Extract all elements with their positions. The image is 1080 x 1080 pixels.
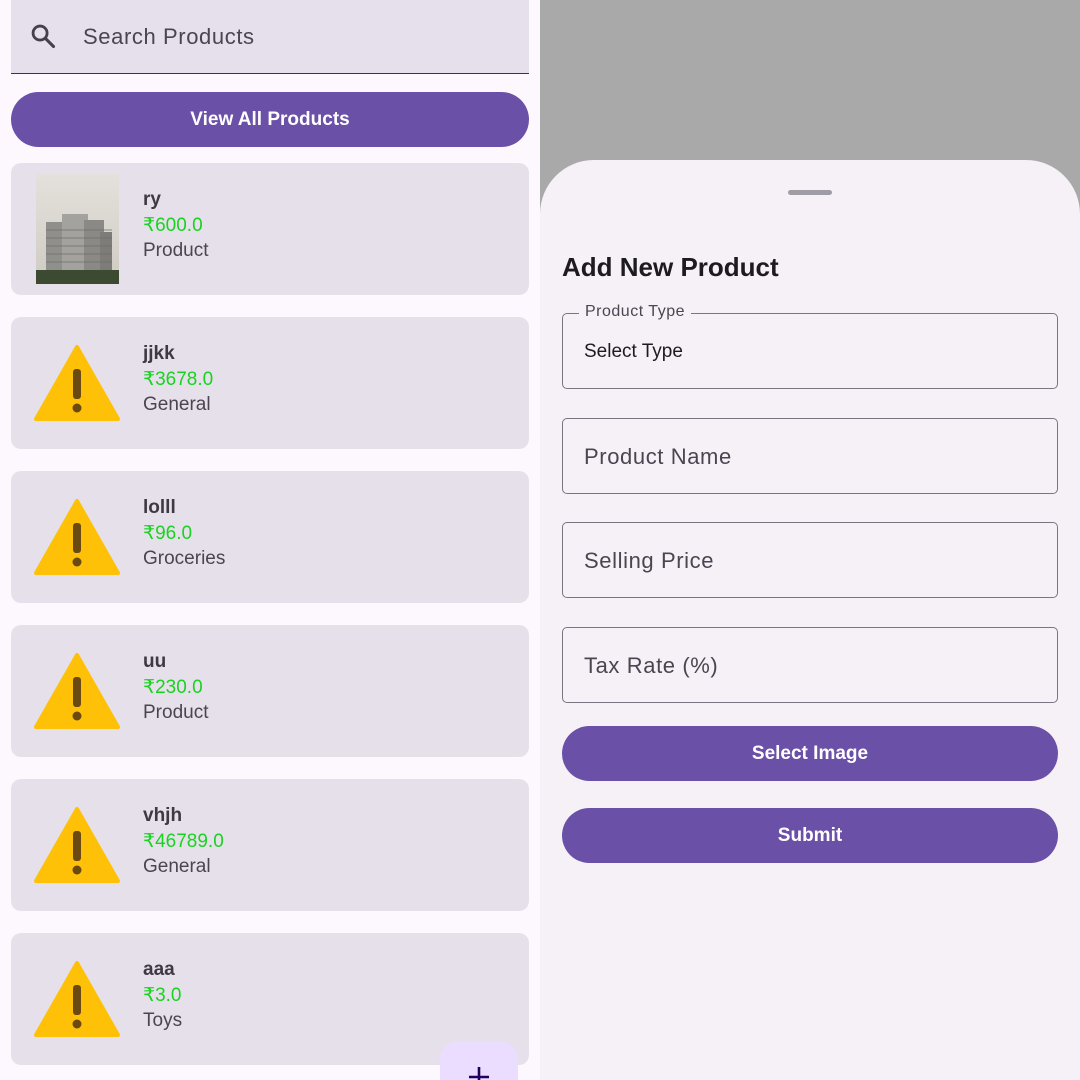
scrim-overlay[interactable]: Add New Product Product Type Select Type… bbox=[540, 0, 1080, 1080]
submit-button[interactable]: Submit bbox=[562, 808, 1058, 863]
selling-price-field[interactable]: Selling Price bbox=[562, 522, 1058, 598]
product-type-dropdown[interactable]: Product Type Select Type bbox=[562, 303, 1058, 389]
product-name: vhjh bbox=[143, 805, 183, 826]
product-name-placeholder: Product Name bbox=[584, 444, 732, 469]
add-product-bottom-sheet: Add New Product Product Type Select Type… bbox=[540, 160, 1080, 1080]
warning-icon bbox=[34, 653, 120, 729]
search-input-placeholder[interactable]: Search Products bbox=[83, 24, 255, 50]
drag-handle[interactable] bbox=[788, 190, 832, 195]
product-name: ry bbox=[143, 189, 161, 210]
plus-icon bbox=[469, 1067, 489, 1080]
product-price: ₹3678.0 bbox=[143, 369, 214, 390]
tax-rate-field[interactable]: Tax Rate (%) bbox=[562, 627, 1058, 703]
search-icon bbox=[31, 24, 56, 49]
warning-icon bbox=[34, 807, 120, 883]
search-bar[interactable]: Search Products bbox=[11, 0, 529, 74]
product-type-value: Select Type bbox=[584, 341, 683, 362]
product-type-label: Product Type bbox=[579, 303, 691, 321]
product-price: ₹230.0 bbox=[143, 677, 203, 698]
sheet-title: Add New Product bbox=[562, 252, 779, 282]
product-type: Product bbox=[143, 702, 209, 723]
product-card[interactable]: vhjh ₹46789.0 General bbox=[11, 779, 529, 911]
product-name: lolll bbox=[143, 497, 176, 518]
product-type: Groceries bbox=[143, 548, 226, 569]
warning-icon bbox=[34, 961, 120, 1037]
product-name: aaa bbox=[143, 959, 175, 980]
product-card[interactable]: lolll ₹96.0 Groceries bbox=[11, 471, 529, 603]
product-price: ₹96.0 bbox=[143, 523, 193, 544]
warning-icon bbox=[34, 499, 120, 575]
tax-rate-placeholder: Tax Rate (%) bbox=[584, 653, 719, 678]
product-card[interactable]: jjkk ₹3678.0 General bbox=[11, 317, 529, 449]
product-type: Toys bbox=[143, 1010, 183, 1031]
product-list-screen: Search Products View All Products ry ₹60… bbox=[0, 0, 540, 1080]
product-price: ₹46789.0 bbox=[143, 831, 224, 852]
product-name: uu bbox=[143, 651, 167, 672]
select-image-button[interactable]: Select Image bbox=[562, 726, 1058, 781]
add-product-fab[interactable] bbox=[440, 1041, 518, 1080]
app-screen: Search Products View All Products ry ₹60… bbox=[0, 0, 1080, 1080]
product-price: ₹600.0 bbox=[143, 215, 203, 236]
product-card[interactable]: ry ₹600.0 Product bbox=[11, 163, 529, 295]
product-type: Product bbox=[143, 240, 209, 261]
warning-icon bbox=[34, 345, 120, 421]
view-all-products-button[interactable]: View All Products bbox=[11, 92, 529, 147]
product-image-building bbox=[36, 174, 119, 284]
product-name-field[interactable]: Product Name bbox=[562, 418, 1058, 494]
selling-price-placeholder: Selling Price bbox=[584, 548, 715, 573]
product-type: General bbox=[143, 856, 211, 877]
product-name: jjkk bbox=[143, 343, 175, 364]
product-card[interactable]: uu ₹230.0 Product bbox=[11, 625, 529, 757]
product-type: General bbox=[143, 394, 211, 415]
product-price: ₹3.0 bbox=[143, 985, 182, 1006]
